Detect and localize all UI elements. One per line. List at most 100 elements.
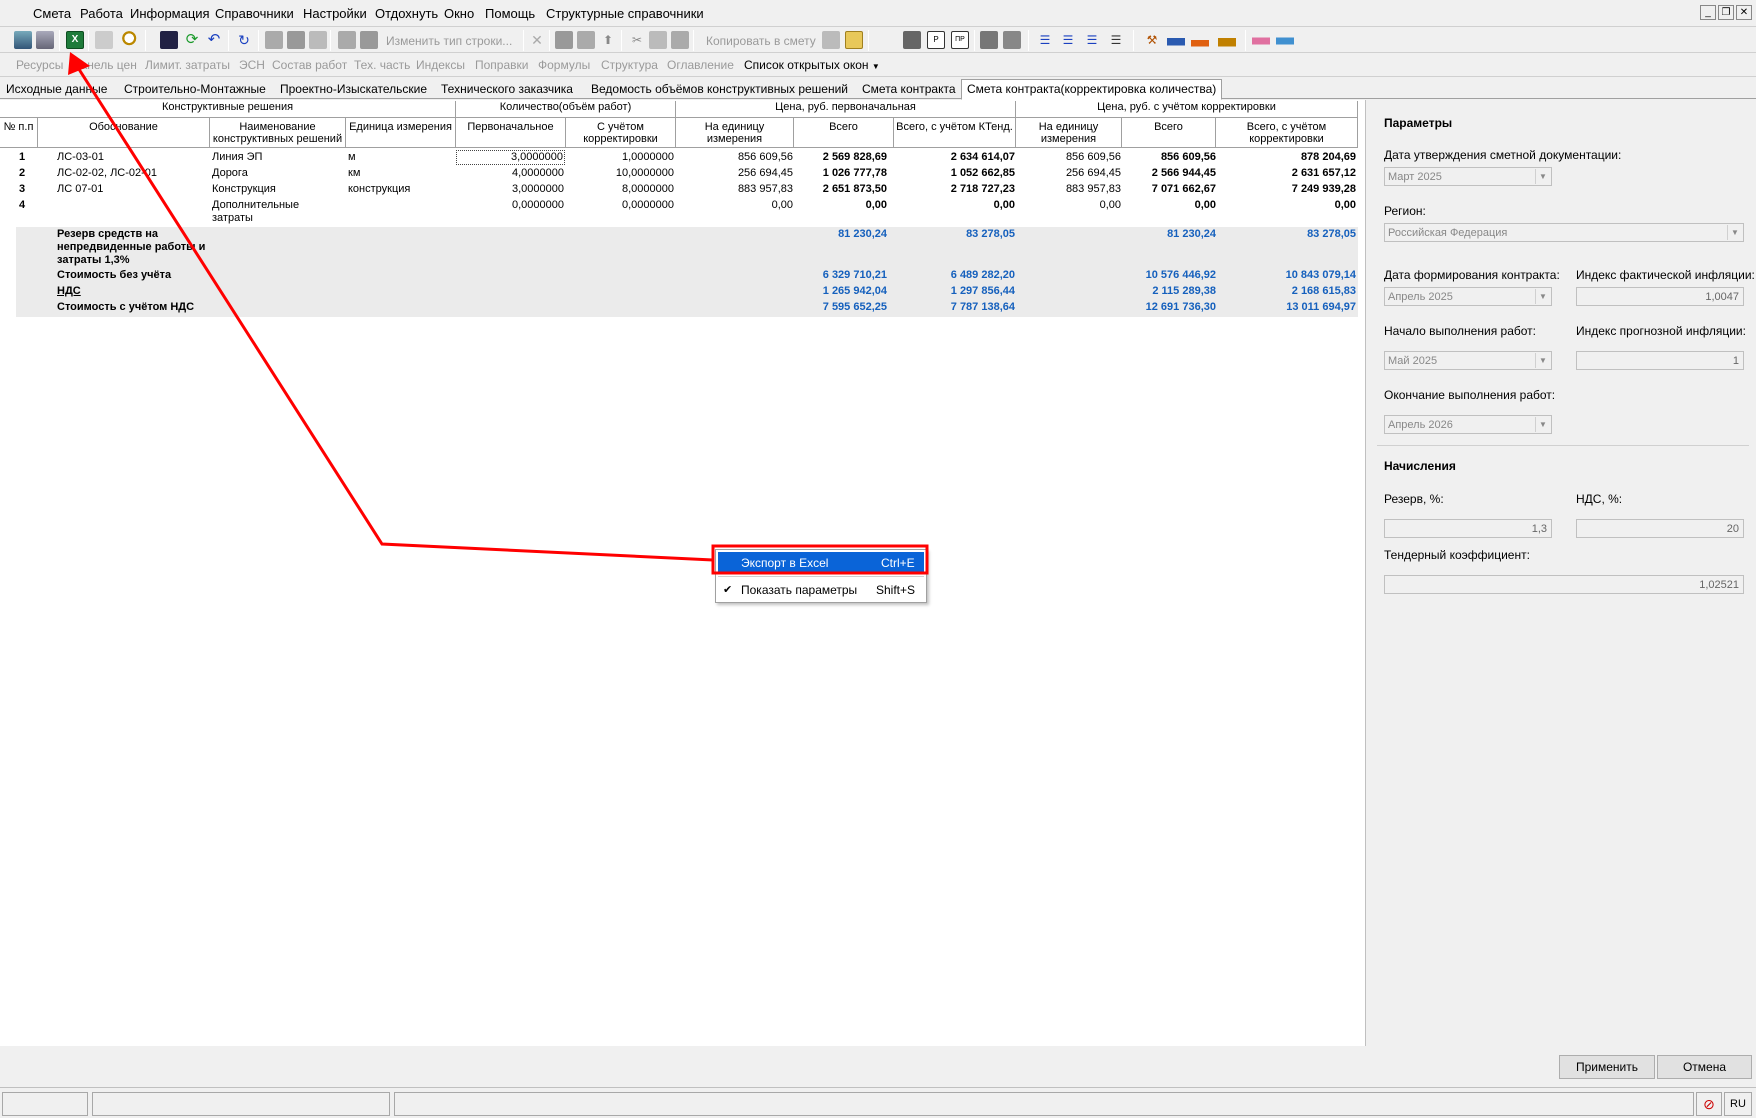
minimize-icon[interactable]: _ [1700, 5, 1716, 20]
menu-window[interactable]: Окно [444, 6, 474, 21]
rollback-icon[interactable]: ↻ [235, 31, 253, 49]
col-header-basis[interactable]: Обоснование [38, 118, 210, 148]
menu-structural-refs[interactable]: Структурные справочники [546, 6, 704, 21]
col-header-total-corr[interactable]: Всего [1122, 118, 1216, 148]
move-icon[interactable] [555, 31, 573, 49]
cut-icon[interactable]: ✂ [628, 31, 646, 49]
print-icon[interactable] [903, 31, 921, 49]
tab-technical-customer[interactable]: Технического заказчика [441, 80, 573, 99]
filter-icon[interactable] [980, 31, 998, 49]
doc-pr-icon[interactable]: ПР [951, 31, 969, 49]
end-select[interactable]: Апрель 2026 ▼ [1384, 415, 1552, 434]
tab-contract-estimate[interactable]: Смета контракта [862, 80, 956, 99]
nav-work-composition[interactable]: Состав работ [272, 58, 347, 72]
excel-export-icon[interactable]: X [66, 31, 84, 49]
row-type2-icon[interactable] [360, 31, 378, 49]
list-icon[interactable]: ☰ [1083, 31, 1101, 49]
list2-icon[interactable]: ☰ [1107, 31, 1125, 49]
nav-contents[interactable]: Оглавление [667, 58, 734, 72]
tree-insert-icon[interactable] [14, 31, 32, 49]
change-row-type-button[interactable]: Изменить тип строки... [386, 34, 512, 48]
menu-settings[interactable]: Настройки [303, 6, 367, 21]
clipboard-icon[interactable] [845, 31, 863, 49]
tree-add-icon[interactable] [36, 31, 54, 49]
book-blue-icon[interactable] [1276, 31, 1294, 49]
filter2-icon[interactable] [1003, 31, 1021, 49]
undo-icon[interactable]: ↶ [205, 31, 223, 49]
excavator-icon[interactable] [1191, 31, 1209, 49]
region-select[interactable]: Российская Федерация ▼ [1384, 223, 1744, 242]
nav-formulas[interactable]: Формулы [538, 58, 590, 72]
save-icon[interactable] [160, 31, 178, 49]
nav-resources[interactable]: Ресурсы [16, 58, 63, 72]
tab-design-survey[interactable]: Проектно-Изыскательские [280, 80, 427, 99]
col-header-total-with-corr[interactable]: Всего, с учётом корректировки [1216, 118, 1358, 148]
col-header-number[interactable]: № п.п [0, 118, 38, 148]
menu-rabota[interactable]: Работа [80, 6, 123, 21]
actual-inflation-field[interactable]: 1,0047 [1576, 287, 1744, 306]
nav-structure[interactable]: Структура [601, 58, 658, 72]
move2-icon[interactable] [577, 31, 595, 49]
car-icon[interactable] [1218, 31, 1236, 49]
menu-smeta[interactable]: Смета [33, 6, 71, 21]
col-header-unit-price-corr[interactable]: На единицу измерения [1016, 118, 1122, 148]
no-sound-icon[interactable]: ⊘ [1696, 1092, 1722, 1116]
menu-references[interactable]: Справочники [215, 6, 294, 21]
tools-icon[interactable]: ⚒ [1143, 31, 1161, 49]
tab-source-data[interactable]: Исходные данные [6, 80, 107, 99]
book-pink-icon[interactable] [1252, 31, 1270, 49]
approval-date-select[interactable]: Март 2025 ▼ [1384, 167, 1552, 186]
col-header-qty-initial[interactable]: Первоначальное [456, 118, 566, 148]
close-icon[interactable]: ✕ [1736, 5, 1752, 20]
search-icon[interactable] [122, 31, 140, 49]
col-header-total-ktend[interactable]: Всего, с учётом КТенд. [894, 118, 1016, 148]
menu-info[interactable]: Информация [130, 6, 210, 21]
block-add-icon[interactable] [287, 31, 305, 49]
show-params-menu-item[interactable]: ✔ Показать параметры Shift+S [718, 579, 924, 601]
copy-icon[interactable] [649, 31, 667, 49]
tender-field[interactable]: 1,02521 [1384, 575, 1744, 594]
row-type-icon[interactable] [338, 31, 356, 49]
reserve-field[interactable]: 1,3 [1384, 519, 1552, 538]
truck-icon[interactable] [1167, 31, 1185, 49]
forecast-inflation-field[interactable]: 1 [1576, 351, 1744, 370]
menu-help[interactable]: Помощь [485, 6, 535, 21]
nav-tech-part[interactable]: Тех. часть [354, 58, 410, 72]
outdent-icon[interactable]: ☰ [1059, 31, 1077, 49]
col-header-unit-price[interactable]: На единицу измерения [676, 118, 794, 148]
comment-icon[interactable] [309, 31, 327, 49]
col-header-name[interactable]: Наименование конструктивных решений [210, 118, 346, 148]
upload-icon[interactable]: ⬆ [599, 31, 617, 49]
menu-rest[interactable]: Отдохнуть [375, 6, 438, 21]
refresh-icon[interactable]: ⟳ [183, 31, 201, 49]
nav-esn[interactable]: ЭСН [239, 58, 265, 72]
doc-p-icon[interactable]: P [927, 31, 945, 49]
copy-to-estimate-button[interactable]: Копировать в смету [706, 34, 816, 48]
start-select[interactable]: Май 2025 ▼ [1384, 351, 1552, 370]
contract-date-select[interactable]: Апрель 2025 ▼ [1384, 287, 1552, 306]
cancel-button[interactable]: Отмена [1657, 1055, 1752, 1079]
col-header-total[interactable]: Всего [794, 118, 894, 148]
col-header-unit[interactable]: Единица измерения [346, 118, 456, 148]
paste-icon[interactable] [671, 31, 689, 49]
tab-construction-installation[interactable]: Строительно-Монтажные [124, 80, 266, 99]
indent-icon[interactable]: ☰ [1036, 31, 1054, 49]
nav-indexes[interactable]: Индексы [416, 58, 465, 72]
delete-icon[interactable]: ✕ [528, 31, 546, 49]
export-excel-menu-item[interactable]: Экспорт в Excel Ctrl+E [718, 552, 924, 574]
cell-qty-initial-focused[interactable]: 3,0000000 [456, 150, 565, 165]
restore-icon[interactable]: ❐ [1718, 5, 1734, 20]
nav-limit-costs[interactable]: Лимит. затраты [145, 58, 230, 72]
open-windows-dropdown[interactable]: Список открытых окон ▼ [744, 58, 880, 72]
tab-contract-estimate-correction[interactable]: Смета контракта(корректировка количества… [961, 79, 1223, 100]
nav-price-panel[interactable]: Панель цен [72, 58, 137, 72]
tab-volumes-statement[interactable]: Ведомость объёмов конструктивных решений [591, 80, 848, 99]
copy-doc-icon[interactable] [822, 31, 840, 49]
block-icon[interactable] [265, 31, 283, 49]
nav-corrections[interactable]: Поправки [475, 58, 528, 72]
col-header-qty-corrected[interactable]: С учётом корректировки [566, 118, 676, 148]
language-indicator[interactable]: RU [1724, 1092, 1752, 1116]
calc-icon[interactable] [95, 31, 113, 49]
apply-button[interactable]: Применить [1559, 1055, 1655, 1079]
vat-field[interactable]: 20 [1576, 519, 1744, 538]
